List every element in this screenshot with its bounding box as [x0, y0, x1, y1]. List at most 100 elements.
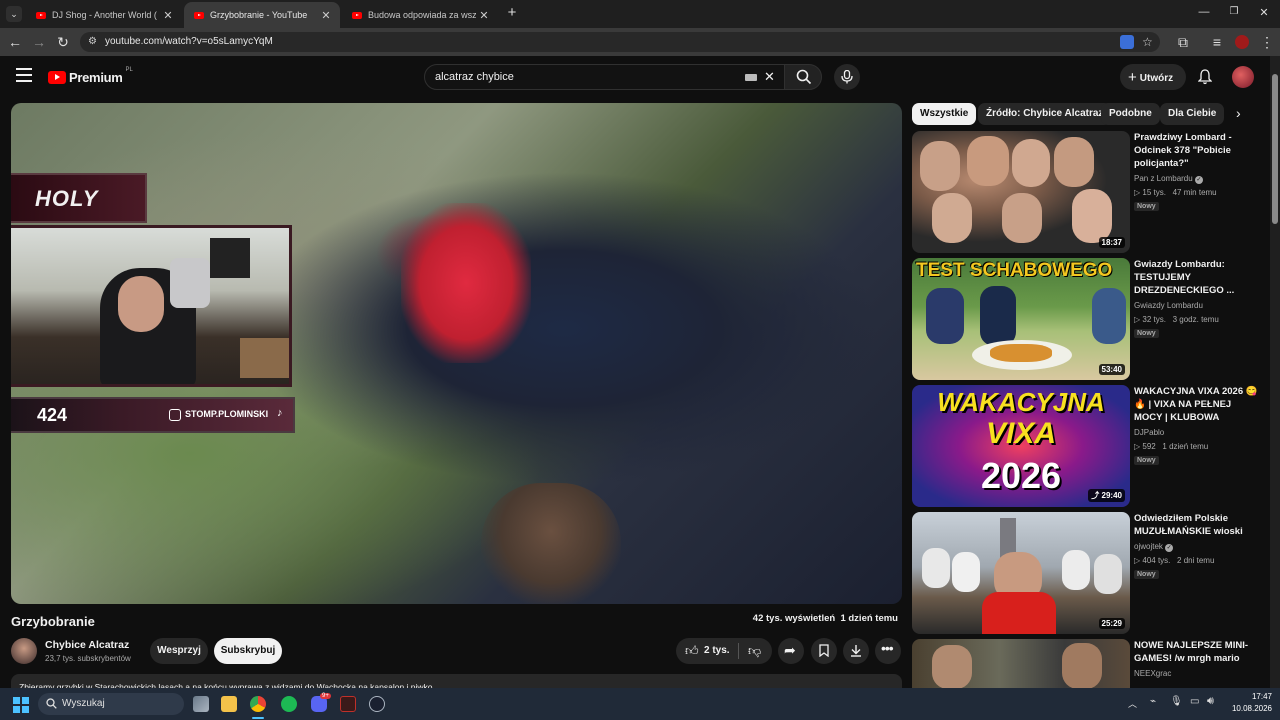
- youtube-premium-logo[interactable]: Premium PL: [48, 67, 133, 86]
- tiktok-icon: ♪: [277, 407, 283, 419]
- recommendation-item[interactable]: 18:37 Prawdziwy Lombard - Odcinek 378 "P…: [912, 131, 1262, 253]
- steam-icon[interactable]: [369, 696, 385, 712]
- spotify-icon[interactable]: [281, 696, 297, 712]
- tab-grzybobranie[interactable]: Grzybobranie - YouTube ✕: [184, 2, 340, 28]
- clock[interactable]: 17:47 10.08.2026: [1222, 692, 1272, 713]
- back-arrow-icon[interactable]: ←: [6, 34, 24, 50]
- recommendation-channel[interactable]: NEEXgrac: [1134, 669, 1171, 678]
- logo-text: Premium: [69, 69, 123, 85]
- channel-name[interactable]: Chybice Alcatraz: [45, 639, 129, 651]
- video-thumbnail[interactable]: TEST SCHABOWEGO 53:40: [912, 258, 1130, 380]
- restore-button[interactable]: ❐: [1226, 6, 1242, 20]
- chevron-right-icon[interactable]: ›: [1236, 105, 1241, 121]
- menu-kebab-icon[interactable]: ⋮: [1258, 34, 1276, 50]
- create-button[interactable]: + Utwórz: [1120, 64, 1186, 90]
- file-explorer-icon[interactable]: [221, 696, 237, 712]
- tab-dj-shog[interactable]: DJ Shog - Another World ( Pol ✕: [26, 2, 182, 28]
- forward-arrow-icon[interactable]: →: [30, 34, 48, 50]
- site-info-icon[interactable]: ⚙: [88, 32, 97, 52]
- search-button[interactable]: [784, 64, 822, 90]
- chip-for-you[interactable]: Dla Ciebie: [1160, 103, 1225, 125]
- reload-icon[interactable]: ↻: [54, 34, 72, 50]
- overlay-brand-text: HOLY: [35, 186, 99, 211]
- microphone-tray-icon[interactable]: 🎙︎: [1170, 696, 1183, 707]
- browser-toolbar: ← → ↻ ⚙ youtube.com/watch?v=o5sLamycYqM …: [0, 28, 1280, 56]
- translate-icon[interactable]: [1120, 35, 1134, 49]
- taskbar-search[interactable]: Wyszukaj: [38, 693, 184, 715]
- recommendation-title[interactable]: Prawdziwy Lombard - Odcinek 378 "Pobicie…: [1134, 131, 1260, 171]
- display-icon[interactable]: ▭: [1190, 696, 1199, 707]
- video-thumbnail[interactable]: 18:37: [912, 131, 1130, 253]
- more-actions-button[interactable]: •••: [875, 638, 901, 664]
- account-avatar[interactable]: [1232, 66, 1254, 88]
- new-tab-button[interactable]: +: [504, 5, 520, 21]
- video-duration: 18:37: [1098, 237, 1125, 248]
- clock-time: 17:47: [1251, 692, 1272, 701]
- recommendation-item[interactable]: 25:29 Odwiedziłem Polskie MUZUŁMAŃSKIE w…: [912, 512, 1262, 634]
- logo-country: PL: [125, 67, 133, 73]
- browser-tab-bar: ⌄ DJ Shog - Another World ( Pol ✕ Grzybo…: [0, 0, 1280, 28]
- subscribe-button[interactable]: Subskrybuj: [214, 638, 282, 664]
- windows-taskbar: Wyszukaj 9+ ︿ ⌁ 🎙︎ ▭ 🔊︎ 17:47 10.08.2026: [0, 688, 1280, 720]
- save-button[interactable]: [811, 638, 837, 664]
- video-thumbnail[interactable]: [912, 639, 1130, 688]
- video-thumbnail[interactable]: 25:29: [912, 512, 1130, 634]
- notifications-bell-icon[interactable]: [1198, 69, 1212, 85]
- active-app-indicator: [252, 717, 264, 719]
- tab-close-icon[interactable]: ✕: [476, 9, 492, 22]
- shield-app-icon[interactable]: [340, 696, 356, 712]
- tab-budowa[interactable]: Budowa odpowiada za wszystk ✕: [342, 2, 498, 28]
- recommendation-item[interactable]: WAKACYJNA VIXA 2026 ⤴ 29:40 WAKACYJNA VI…: [912, 385, 1262, 507]
- recommendation-title[interactable]: Odwiedziłem Polskie MUZUŁMAŃSKIE wioski: [1134, 512, 1260, 540]
- recommendation-channel[interactable]: Pan z Lombardu ✓: [1134, 174, 1203, 184]
- chrome-icon[interactable]: [250, 696, 266, 712]
- page-scrollbar[interactable]: [1270, 56, 1280, 688]
- chip-source-channel[interactable]: Źródło: Chybice Alcatraz: [978, 103, 1112, 125]
- recommendation-item[interactable]: TEST SCHABOWEGO 53:40 Gwiazdy Lombardu: …: [912, 258, 1262, 380]
- tab-close-icon[interactable]: ✕: [318, 9, 334, 22]
- chip-similar[interactable]: Podobne: [1101, 103, 1160, 125]
- recommendation-channel[interactable]: Gwiazdy Lombardu: [1134, 301, 1203, 310]
- thumbnail-text: TEST SCHABOWEGO: [916, 260, 1113, 281]
- address-bar[interactable]: ⚙ youtube.com/watch?v=o5sLamycYqM ☆: [80, 32, 1160, 52]
- channel-avatar[interactable]: [11, 638, 37, 664]
- show-hidden-icons[interactable]: ︿: [1128, 697, 1137, 710]
- recommendation-title[interactable]: WAKACYJNA VIXA 2026 😋🔥 | VIXA NA PEŁNEJ …: [1134, 385, 1260, 425]
- support-button[interactable]: Wesprzyj: [150, 638, 208, 664]
- download-button[interactable]: [843, 638, 869, 664]
- clear-search-icon[interactable]: ✕: [764, 65, 775, 89]
- thumbnail-text-2: VIXA: [985, 417, 1057, 450]
- chip-all[interactable]: Wszystkie: [912, 103, 977, 125]
- clock-date: 10.08.2026: [1231, 704, 1272, 713]
- keyboard-icon[interactable]: [745, 74, 757, 81]
- video-thumbnail[interactable]: WAKACYJNA VIXA 2026 ⤴ 29:40: [912, 385, 1130, 507]
- recommendation-channel[interactable]: ojwojtek ✓: [1134, 542, 1174, 552]
- task-view-icon[interactable]: [193, 696, 209, 712]
- hamburger-menu-icon[interactable]: [16, 68, 32, 82]
- close-window-button[interactable]: ✕: [1256, 6, 1272, 20]
- minimize-button[interactable]: —: [1196, 6, 1212, 20]
- voice-search-button[interactable]: [834, 64, 860, 90]
- dislike-button[interactable]: 👎︎: [740, 638, 772, 664]
- share-button[interactable]: ➦: [778, 638, 804, 664]
- extensions-icon[interactable]: ⧉: [1174, 34, 1192, 50]
- profile-avatar[interactable]: [1235, 35, 1249, 49]
- recommendation-item[interactable]: NOWE NAJLEPSZE MINI-GAMES! /w mrgh mario…: [912, 639, 1262, 688]
- recommendation-channel[interactable]: DJPablo: [1134, 428, 1164, 437]
- volume-icon[interactable]: 🔊︎: [1207, 695, 1214, 708]
- like-button[interactable]: 👍︎ 2 tys.: [676, 638, 736, 664]
- reading-list-icon[interactable]: ≡: [1208, 34, 1226, 50]
- recommendation-title[interactable]: NOWE NAJLEPSZE MINI-GAMES! /w mrgh mario…: [1134, 639, 1260, 667]
- scrollbar-thumb[interactable]: [1272, 74, 1278, 224]
- recommendation-title[interactable]: Gwiazdy Lombardu: TESTUJEMY DREZDENECKIE…: [1134, 258, 1260, 298]
- network-icon[interactable]: ⌁: [1150, 696, 1156, 707]
- verified-icon: ✓: [1194, 176, 1203, 184]
- tab-search-button[interactable]: ⌄: [6, 6, 22, 22]
- windows-start-icon[interactable]: [13, 697, 29, 713]
- video-stats: 42 tys. wyświetleń 1 dzień temu: [752, 613, 898, 624]
- search-input[interactable]: alcatraz chybice ✕: [424, 64, 786, 90]
- bookmark-star-icon[interactable]: ☆: [1142, 32, 1153, 52]
- thumbs-up-icon: 👍︎: [685, 643, 699, 658]
- tab-close-icon[interactable]: ✕: [160, 9, 176, 22]
- video-player[interactable]: HOLY 424 STOMP.PLOMINSKI ♪: [11, 103, 902, 604]
